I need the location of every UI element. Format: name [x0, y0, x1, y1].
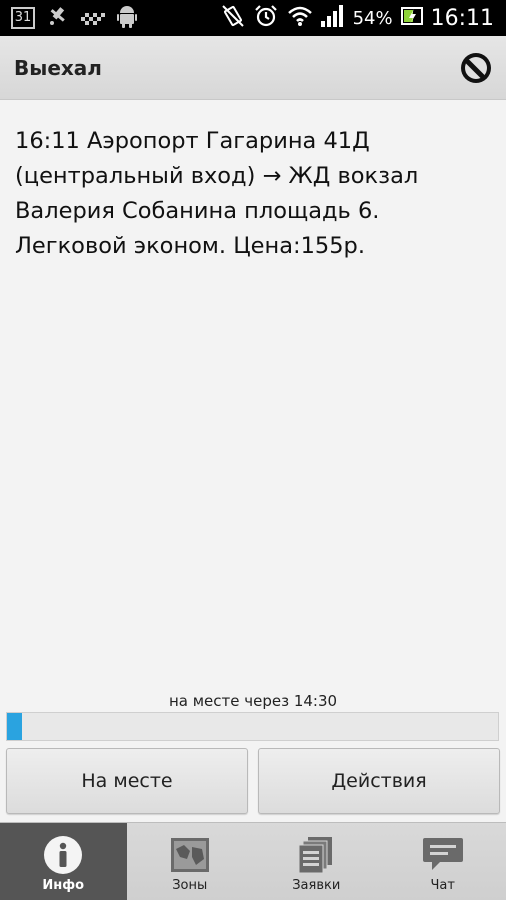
map-icon — [169, 835, 211, 875]
tab-label: Инфо — [42, 878, 85, 893]
tab-zones[interactable]: Зоны — [127, 823, 254, 900]
calendar-icon: 31 — [11, 7, 35, 29]
actions-button[interactable]: Действия — [258, 748, 500, 814]
order-info-line: (центральный вход) → ЖД вокзал — [15, 163, 419, 189]
order-info-line: 16:11 Аэропорт Гагарина 41Д — [15, 128, 370, 154]
tab-label: Чат — [430, 878, 455, 893]
circle-slash-icon[interactable] — [459, 51, 493, 85]
tab-label: Заявки — [292, 878, 341, 893]
progress-fill — [7, 713, 22, 740]
info-icon — [42, 835, 84, 875]
tab-info[interactable]: Инфо — [0, 823, 127, 900]
arrived-button[interactable]: На месте — [6, 748, 248, 814]
checkered-flag-icon — [81, 7, 105, 29]
alarm-icon — [253, 3, 279, 33]
android-icon — [117, 4, 137, 32]
action-bar: Выехал — [0, 36, 506, 100]
satellite-icon — [47, 5, 69, 31]
progress-bar — [6, 712, 499, 741]
order-info-line: Валерия Собанина площадь 6. — [15, 198, 380, 224]
chat-icon — [422, 835, 464, 875]
orders-icon — [295, 835, 337, 875]
order-info-line: Легковой эконом. Цена:155р. — [15, 233, 365, 259]
bottom-tab-bar: Инфо Зоны Заявки Чат — [0, 822, 506, 900]
order-info: 16:11 Аэропорт Гагарина 41Д (центральный… — [15, 124, 495, 264]
vibrate-icon — [221, 4, 245, 32]
battery-percent: 54% — [352, 7, 393, 29]
wifi-icon — [287, 5, 313, 31]
eta-label: на месте через 14:30 — [168, 692, 338, 710]
status-time: 16:11 — [430, 5, 494, 31]
tab-orders[interactable]: Заявки — [253, 823, 380, 900]
signal-icon — [320, 5, 345, 31]
battery-icon — [400, 5, 423, 31]
status-bar: 31 54% 16:11 — [0, 0, 506, 36]
tab-chat[interactable]: Чат — [380, 823, 506, 900]
page-title: Выехал — [14, 55, 102, 80]
tab-label: Зоны — [172, 878, 208, 893]
